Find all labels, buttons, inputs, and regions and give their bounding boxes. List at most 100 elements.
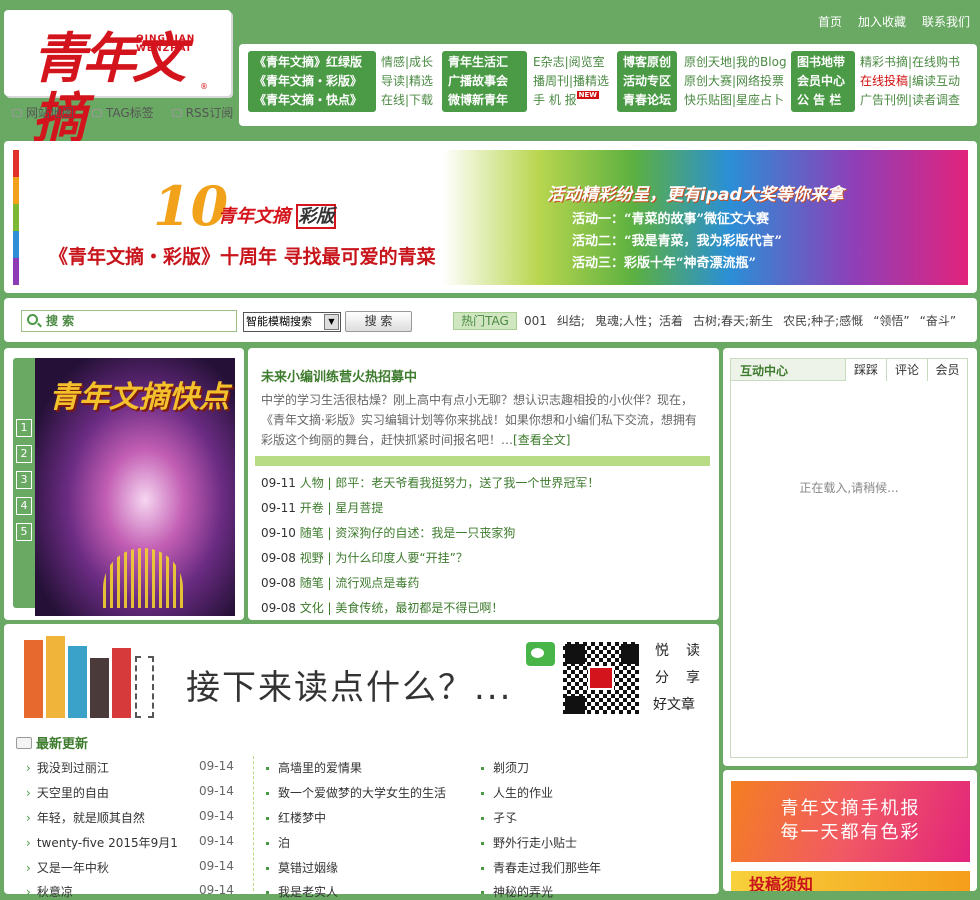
nav-link[interactable]: E杂志|阅览室 xyxy=(533,53,609,72)
cover-tab-2[interactable]: 2 xyxy=(16,445,32,463)
sitemap-link[interactable]: 网站地图 xyxy=(12,104,74,121)
search-input[interactable]: 搜 索 xyxy=(21,310,237,332)
latest-item[interactable]: 莫错过姻缘 xyxy=(266,859,338,876)
latest-item[interactable]: 孑孓 xyxy=(481,809,517,826)
latest-item[interactable]: › 秋意凉 09-14 xyxy=(26,883,246,900)
latest-item[interactable]: 野外行走小贴士 xyxy=(481,834,577,851)
tab-members[interactable]: 会员 xyxy=(927,359,967,381)
submission-guide-ad[interactable]: 投稿须知 xyxy=(731,871,970,891)
latest-item[interactable]: › 年轻，就是顺其自然 09-14 xyxy=(26,809,246,826)
latest-item[interactable]: 高墙里的爱情果 xyxy=(266,759,362,776)
latest-item[interactable]: › 又是一年中秋 09-14 xyxy=(26,859,246,876)
latest-item-title[interactable]: twenty-five 2015年9月1 xyxy=(37,836,178,850)
online-submit-link[interactable]: 在线投稿 xyxy=(860,74,908,88)
nav-link[interactable]: 播周刊|播精选 xyxy=(533,72,609,91)
latest-item[interactable]: 剃须刀 xyxy=(481,759,529,776)
hot-tag[interactable]: “奋斗” xyxy=(920,312,956,330)
nav-link[interactable]: 广告刊例|读者调查 xyxy=(860,91,960,110)
nav-link[interactable]: 原创大赛|网络投票 xyxy=(684,72,787,91)
read-more-link[interactable]: [查看全文] xyxy=(513,433,570,447)
latest-item[interactable]: › twenty-five 2015年9月1 09-14 xyxy=(26,834,246,851)
news-text[interactable]: 文化 | 美食传统，最初都是不得已啊！ xyxy=(300,601,504,615)
news-text[interactable]: 开卷 | 星月菩提 xyxy=(300,501,384,515)
hot-tag[interactable]: 鬼魂;人性；活着 xyxy=(595,312,683,330)
promo-banner[interactable]: 10 青年文摘 彩版 《青年文摘・彩版》十周年 寻找最可爱的青菜 活动精彩纷呈，… xyxy=(13,150,968,285)
nav-item[interactable]: 图书地带 xyxy=(797,53,849,72)
nav-link[interactable]: 精彩书摘|在线购书 xyxy=(860,53,960,72)
latest-item[interactable]: 神秘的弄光 xyxy=(481,883,553,900)
nav-link[interactable]: 手 机 报 xyxy=(533,93,577,107)
contact-link[interactable]: 联系我们 xyxy=(922,13,970,30)
hot-tag[interactable]: 001 xyxy=(524,312,547,330)
nav-item[interactable]: 《青年文摘》红绿版 xyxy=(254,53,370,72)
latest-item-title[interactable]: 人生的作业 xyxy=(493,786,553,800)
nav-item[interactable]: 会员中心 xyxy=(797,72,849,91)
latest-item-title[interactable]: 高墙里的爱情果 xyxy=(278,761,362,775)
nav-item[interactable]: 广播故事会 xyxy=(448,72,521,91)
feature-title[interactable]: 未来小编训练营火热招募中 xyxy=(261,366,417,385)
latest-item[interactable]: › 天空里的自由 09-14 xyxy=(26,784,246,801)
nav-link[interactable]: 情感|成长 xyxy=(381,53,433,72)
rss-link[interactable]: RSS订阅 xyxy=(171,104,234,121)
nav-link[interactable]: 快乐贴图|星座占卜 xyxy=(684,91,787,110)
search-mode-select[interactable]: 智能模糊搜索 ▼ xyxy=(243,312,341,332)
latest-item-title[interactable]: 秋意凉 xyxy=(37,885,73,899)
latest-item[interactable]: 青春走过我们那些年 xyxy=(481,859,601,876)
cover-tab-3[interactable]: 3 xyxy=(16,471,32,489)
nav-link[interactable]: 导读|精选 xyxy=(381,72,433,91)
cover-tab-5[interactable]: 5 xyxy=(16,523,32,541)
latest-item-title[interactable]: 剃须刀 xyxy=(493,761,529,775)
news-item[interactable]: 09-08 随笔 | 流行观点是毒药 xyxy=(261,574,419,591)
latest-item-title[interactable]: 年轻，就是顺其自然 xyxy=(37,811,145,825)
news-item[interactable]: 09-08 文化 | 美食传统，最初都是不得已啊！ xyxy=(261,599,503,616)
nav-item[interactable]: 《青年文摘・快点》 xyxy=(254,91,370,110)
latest-item-title[interactable]: 又是一年中秋 xyxy=(37,861,109,875)
news-text[interactable]: 随笔 | 流行观点是毒药 xyxy=(300,576,420,590)
magazine-cover-image[interactable]: 青年文摘快点 xyxy=(35,358,235,616)
bookmark-link[interactable]: 加入收藏 xyxy=(858,13,906,30)
latest-item[interactable]: › 我没到过丽江 09-14 xyxy=(26,759,246,776)
hot-tag[interactable]: 农民;种子;感慨 xyxy=(783,312,863,330)
nav-link[interactable]: 原创天地|我的Blog xyxy=(684,53,787,72)
latest-item-title[interactable]: 天空里的自由 xyxy=(37,786,109,800)
news-text[interactable]: 视野 | 为什么印度人要“开挂”？ xyxy=(300,551,468,565)
nav-item[interactable]: 青年生活汇 xyxy=(448,53,521,72)
latest-item-title[interactable]: 我没到过丽江 xyxy=(37,761,109,775)
tag-label[interactable]: TAG标签 xyxy=(106,104,154,121)
hot-tag[interactable]: 古树;春天;新生 xyxy=(693,312,773,330)
logo-box[interactable]: 青年文摘 QINGNIAN WENZHAI ® xyxy=(4,10,231,148)
nav-item[interactable]: 青春论坛 xyxy=(623,91,671,110)
latest-item-title[interactable]: 青春走过我们那些年 xyxy=(493,861,601,875)
hot-tag[interactable]: “领悟” xyxy=(873,312,909,330)
latest-item-title[interactable]: 致一个爱做梦的大学女生的生活 xyxy=(278,786,446,800)
news-item[interactable]: 09-11 人物 | 郎平：老天爷看我挺努力，送了我一个世界冠军！ xyxy=(261,474,599,491)
nav-link[interactable]: 在线|下载 xyxy=(381,91,433,110)
cover-tab-4[interactable]: 4 xyxy=(16,497,32,515)
nav-item[interactable]: 《青年文摘・彩版》 xyxy=(254,72,370,91)
nav-item[interactable]: 微博新青年 xyxy=(448,91,521,110)
nav-link-mobile[interactable]: 手 机 报 NEW xyxy=(533,91,609,110)
news-item[interactable]: 09-08 视野 | 为什么印度人要“开挂”？ xyxy=(261,549,468,566)
latest-item[interactable]: 我是老实人 xyxy=(266,883,338,900)
latest-item[interactable]: 红楼梦中 xyxy=(266,809,326,826)
nav-link[interactable]: |编读互动 xyxy=(908,74,960,88)
news-item[interactable]: 09-11 开卷 | 星月菩提 xyxy=(261,499,383,516)
nav-item[interactable]: 公 告 栏 xyxy=(797,91,849,110)
latest-item-title[interactable]: 泊 xyxy=(278,836,290,850)
tab-cai[interactable]: 踩踩 xyxy=(845,359,886,381)
news-item[interactable]: 09-10 随笔 | 资深狗仔的自述：我是一只丧家狗 xyxy=(261,524,515,541)
latest-item-title[interactable]: 神秘的弄光 xyxy=(493,885,553,899)
tag-link[interactable]: TAG标签 xyxy=(92,104,154,121)
cover-tab-1[interactable]: 1 xyxy=(16,419,32,437)
latest-item-title[interactable]: 我是老实人 xyxy=(278,885,338,899)
latest-item-title[interactable]: 孑孓 xyxy=(493,811,517,825)
latest-item[interactable]: 致一个爱做梦的大学女生的生活 xyxy=(266,784,446,801)
sitemap-label[interactable]: 网站地图 xyxy=(26,104,74,121)
latest-item-title[interactable]: 野外行走小贴士 xyxy=(493,836,577,850)
home-link[interactable]: 首页 xyxy=(818,13,842,30)
rss-label[interactable]: RSS订阅 xyxy=(186,104,234,121)
latest-item[interactable]: 泊 xyxy=(266,834,290,851)
news-text[interactable]: 随笔 | 资深狗仔的自述：我是一只丧家狗 xyxy=(300,526,516,540)
search-button[interactable]: 搜 索 xyxy=(345,311,412,332)
mobile-newspaper-ad[interactable]: 青年文摘手机报 每一天都有色彩 xyxy=(731,781,970,862)
